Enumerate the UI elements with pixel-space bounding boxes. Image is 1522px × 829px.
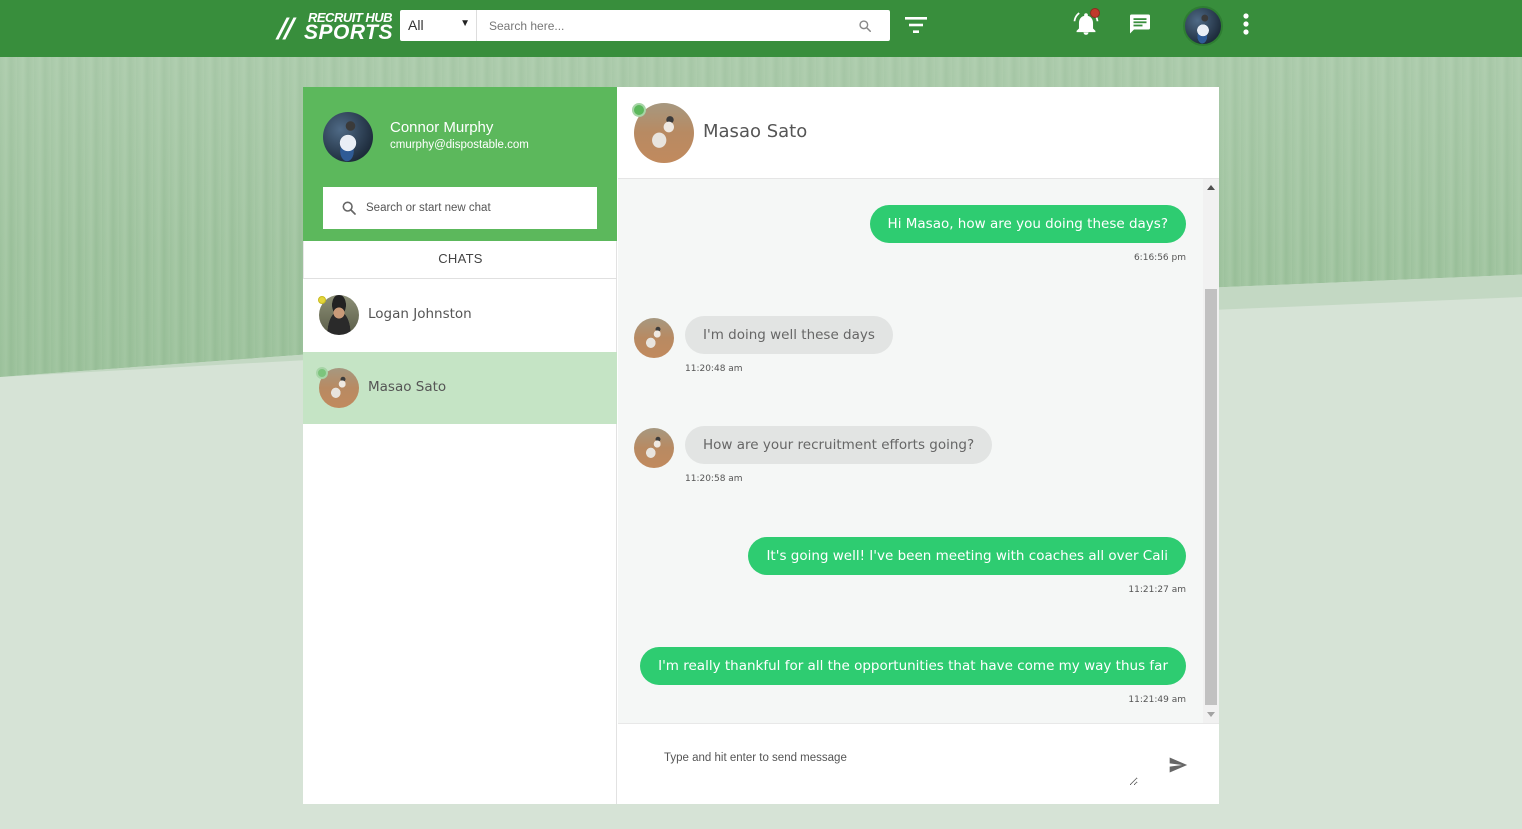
send-icon[interactable] <box>1168 755 1188 775</box>
my-avatar <box>323 112 373 162</box>
sender-avatar <box>634 318 674 358</box>
message-timestamp: 6:16:56 pm <box>1133 253 1186 263</box>
recruit-hub-logo[interactable]: // RECRUIT HUB SPORTS <box>278 10 393 44</box>
outgoing-message: I'm really thankful for all the opportun… <box>640 647 1186 685</box>
contact-item[interactable]: Masao Sato <box>303 352 617 424</box>
logo-line2: SPORTS <box>304 21 393 44</box>
outgoing-message: Hi Masao, how are you doing these days? <box>869 205 1186 243</box>
contact-name: Masao Sato <box>368 379 447 395</box>
scroll-down-arrow-icon[interactable] <box>1207 712 1215 717</box>
conversation: Masao Sato Hi Masao, how are you doing t… <box>618 87 1219 804</box>
more-vert-icon[interactable] <box>1240 13 1252 35</box>
incoming-message: I'm doing well these days <box>685 316 893 354</box>
my-name: Connor Murphy <box>390 119 494 136</box>
category-select-value: All <box>408 17 424 33</box>
contact-name: Logan Johnston <box>368 306 472 322</box>
message-timestamp: 11:21:49 am <box>1128 695 1186 705</box>
search-icon <box>342 201 356 215</box>
top-navbar: // RECRUIT HUB SPORTS All ▼ <box>0 0 1522 57</box>
scrollbar-thumb[interactable] <box>1205 289 1217 705</box>
category-select[interactable]: All ▼ <box>400 10 477 41</box>
conversation-title: Masao Sato <box>703 121 808 142</box>
search-icon <box>859 19 872 32</box>
tab-chats[interactable]: CHATS <box>303 241 617 279</box>
online-status-dot <box>632 103 646 117</box>
messages-icon[interactable] <box>1128 12 1152 36</box>
search-button[interactable] <box>840 10 890 41</box>
contact-item[interactable]: Logan Johnston <box>303 279 617 351</box>
filter-icon[interactable] <box>904 14 928 36</box>
chat-sidebar: Connor Murphy cmurphy@dispostable.com CH… <box>303 87 617 804</box>
message-scrollbar[interactable] <box>1203 179 1219 723</box>
search-input[interactable] <box>477 10 840 41</box>
message-timestamp: 11:20:48 am <box>685 364 743 374</box>
message-input[interactable] <box>654 744 1138 786</box>
notification-badge <box>1090 8 1100 18</box>
incoming-message: How are your recruitment efforts going? <box>685 426 993 464</box>
chat-panel: Connor Murphy cmurphy@dispostable.com CH… <box>303 87 1219 804</box>
sender-avatar <box>634 428 674 468</box>
global-search: All ▼ <box>400 10 890 41</box>
message-timestamp: 11:20:58 am <box>685 474 743 484</box>
logo-slashes: // <box>278 13 295 44</box>
my-profile-header: Connor Murphy cmurphy@dispostable.com <box>303 87 617 241</box>
online-status-dot <box>316 367 328 379</box>
message-timestamp: 11:21:27 am <box>1128 585 1186 595</box>
message-list[interactable]: Hi Masao, how are you doing these days? … <box>618 179 1219 723</box>
outgoing-message: It's going well! I've been meeting with … <box>748 537 1186 575</box>
online-status-dot <box>318 296 326 304</box>
chat-search-box <box>323 187 597 229</box>
scroll-up-arrow-icon[interactable] <box>1207 185 1215 190</box>
profile-avatar[interactable] <box>1183 6 1223 46</box>
caret-down-icon: ▼ <box>460 18 470 29</box>
chat-search-input[interactable] <box>366 202 586 214</box>
my-email: cmurphy@dispostable.com <box>390 139 529 151</box>
conversation-header: Masao Sato <box>618 87 1219 179</box>
message-composer <box>618 723 1219 804</box>
